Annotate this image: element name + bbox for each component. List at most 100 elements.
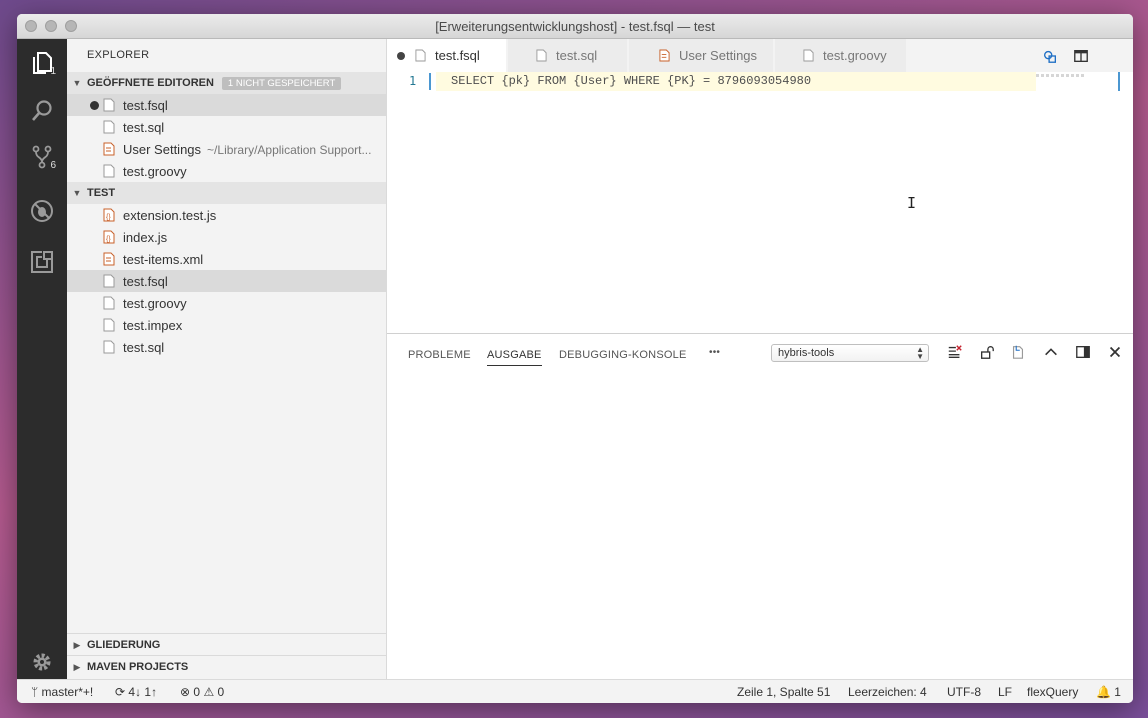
file-item[interactable]: {} extension.test.js (67, 204, 386, 226)
status-bar: ᛘ master*+! ⟳ 4↓ 1↑ ⊗ 0 ⚠ 0 Zeile 1, Spa… (17, 679, 1133, 703)
file-name: test.groovy (123, 295, 187, 311)
tab-output[interactable]: AUSGABE (487, 349, 542, 366)
problems-item[interactable]: ⊗ 0 ⚠ 0 (180, 685, 224, 699)
indentation[interactable]: Leerzeichen: 4 (848, 685, 927, 699)
warning-icon: ⚠ (203, 685, 215, 699)
open-editor-item[interactable]: test.sql (67, 116, 386, 138)
notifications-item[interactable]: 🔔 1 (1096, 685, 1121, 699)
overview-ruler[interactable] (1118, 72, 1120, 91)
language-mode[interactable]: flexQuery (1027, 685, 1078, 699)
outline-title: GLIEDERUNG (87, 639, 161, 651)
search-activity[interactable] (17, 91, 67, 131)
cursor-position[interactable]: Zeile 1, Spalte 51 (737, 685, 830, 699)
tab-test-sql[interactable]: test.sql (508, 39, 628, 72)
minimap[interactable] (1036, 74, 1086, 77)
notification-count: 1 (1114, 685, 1121, 699)
debug-activity[interactable] (17, 191, 67, 231)
unlock-icon (981, 346, 994, 359)
open-editors-header[interactable]: ▼ GEÖFFNETE EDITOREN 1 NICHT GESPEICHERT (67, 72, 386, 94)
more-actions-button[interactable]: ••• (709, 347, 720, 358)
json-file-icon (103, 142, 115, 156)
chevron-right-icon: ▶ (73, 661, 81, 672)
unsaved-dot-icon[interactable] (397, 51, 405, 60)
split-editor-icon (1074, 50, 1088, 62)
code-editor[interactable]: 1 SELECT {pk} FROM {User} WHERE {PK} = 8… (387, 72, 1133, 333)
file-name: extension.test.js (123, 207, 217, 223)
settings-activity[interactable] (17, 647, 67, 677)
open-editor-item[interactable]: User Settings ~/Library/Application Suppo… (67, 138, 386, 160)
maximize-panel-button[interactable] (1041, 342, 1061, 362)
sync-label: 4↓ 1↑ (128, 685, 158, 699)
file-item[interactable]: test.fsql (67, 270, 386, 292)
output-channel-select[interactable]: hybris-tools ▲ ▼ (771, 344, 929, 362)
file-icon (103, 318, 115, 332)
open-editor-item[interactable]: test.fsql (67, 94, 386, 116)
file-icon (803, 49, 814, 62)
maven-title: MAVEN PROJECTS (87, 661, 189, 673)
tab-test-fsql[interactable]: test.fsql (387, 39, 507, 72)
toggle-panel-position-button[interactable] (1073, 342, 1093, 362)
file-name: test-items.xml (123, 251, 204, 267)
tab-test-groovy[interactable]: test.groovy (775, 39, 907, 72)
open-editor-label: User Settings (123, 141, 202, 157)
open-editor-item[interactable]: test.groovy (67, 160, 386, 182)
open-changes-button[interactable] (1041, 47, 1059, 65)
open-editor-path: ~/Library/Application Support... (207, 142, 372, 157)
scroll-lock-button[interactable] (977, 342, 997, 362)
open-log-icon (1012, 345, 1024, 359)
debug-icon (31, 200, 53, 222)
file-item[interactable]: test.sql (67, 336, 386, 358)
output-panel: PROBLEME AUSGABE DEBUGGING-KONSOLE ••• h… (387, 333, 1133, 680)
file-icon (415, 49, 426, 62)
line-ending[interactable]: LF (998, 685, 1012, 699)
open-editor-name: test.fsql (123, 97, 168, 113)
tab-label: test.groovy (823, 48, 887, 63)
folder-header[interactable]: ▼ TEST (67, 182, 386, 204)
tab-problems[interactable]: PROBLEME (408, 349, 471, 361)
panel-right-icon (1076, 346, 1090, 358)
select-arrows-icon: ▲ ▼ (916, 345, 924, 361)
file-item[interactable]: test-items.xml (67, 248, 386, 270)
tab-label: test.sql (556, 48, 598, 63)
outline-section[interactable]: ▶ GLIEDERUNG (67, 633, 386, 656)
sync-icon: ⟳ (115, 685, 126, 699)
file-icon (103, 98, 115, 112)
file-item[interactable]: {} index.js (67, 226, 386, 248)
editor-tabs: test.fsql test.sql User Settings test.gr… (387, 39, 1133, 72)
editor-area: test.fsql test.sql User Settings test.gr… (387, 39, 1133, 680)
file-item[interactable]: test.groovy (67, 292, 386, 314)
clear-output-button[interactable] (945, 342, 965, 362)
search-icon (32, 100, 52, 121)
extensions-activity[interactable] (17, 242, 67, 282)
js-file-icon: {} (103, 208, 115, 222)
tab-debug-console[interactable]: DEBUGGING-KONSOLE (559, 349, 686, 361)
unsaved-dot-icon[interactable] (90, 100, 99, 110)
encoding[interactable]: UTF-8 (947, 685, 981, 699)
open-editor-name: test.groovy (123, 163, 187, 179)
line-number: 1 (409, 74, 417, 88)
file-name: test.fsql (123, 273, 168, 289)
file-icon (103, 274, 115, 288)
vscode-window: [Erweiterungsentwicklungshost] - test.fs… (17, 14, 1133, 703)
compare-icon (1044, 50, 1056, 63)
file-item[interactable]: test.impex (67, 314, 386, 336)
sync-item[interactable]: ⟳ 4↓ 1↑ (115, 685, 157, 699)
explorer-activity[interactable]: 1 (17, 43, 67, 83)
split-editor-button[interactable] (1072, 47, 1090, 65)
maven-section[interactable]: ▶ MAVEN PROJECTS (67, 655, 386, 678)
close-panel-button[interactable] (1105, 342, 1125, 362)
file-icon (103, 164, 115, 178)
scm-badge: 6 (50, 160, 56, 171)
gear-icon (33, 653, 51, 671)
unsaved-badge: 1 NICHT GESPEICHERT (221, 76, 342, 90)
close-icon (1109, 346, 1121, 358)
open-log-button[interactable] (1008, 342, 1028, 362)
clear-output-icon (948, 345, 962, 358)
chevron-up-icon (1045, 348, 1057, 356)
explorer-badge: 1 (50, 66, 56, 77)
git-branch-item[interactable]: ᛘ master*+! (31, 685, 93, 699)
source-control-activity[interactable]: 6 (17, 137, 67, 177)
open-editor-name: test.sql (123, 119, 165, 135)
code-line[interactable]: SELECT {pk} FROM {User} WHERE {PK} = 879… (451, 74, 811, 88)
tab-user-settings[interactable]: User Settings (629, 39, 774, 72)
